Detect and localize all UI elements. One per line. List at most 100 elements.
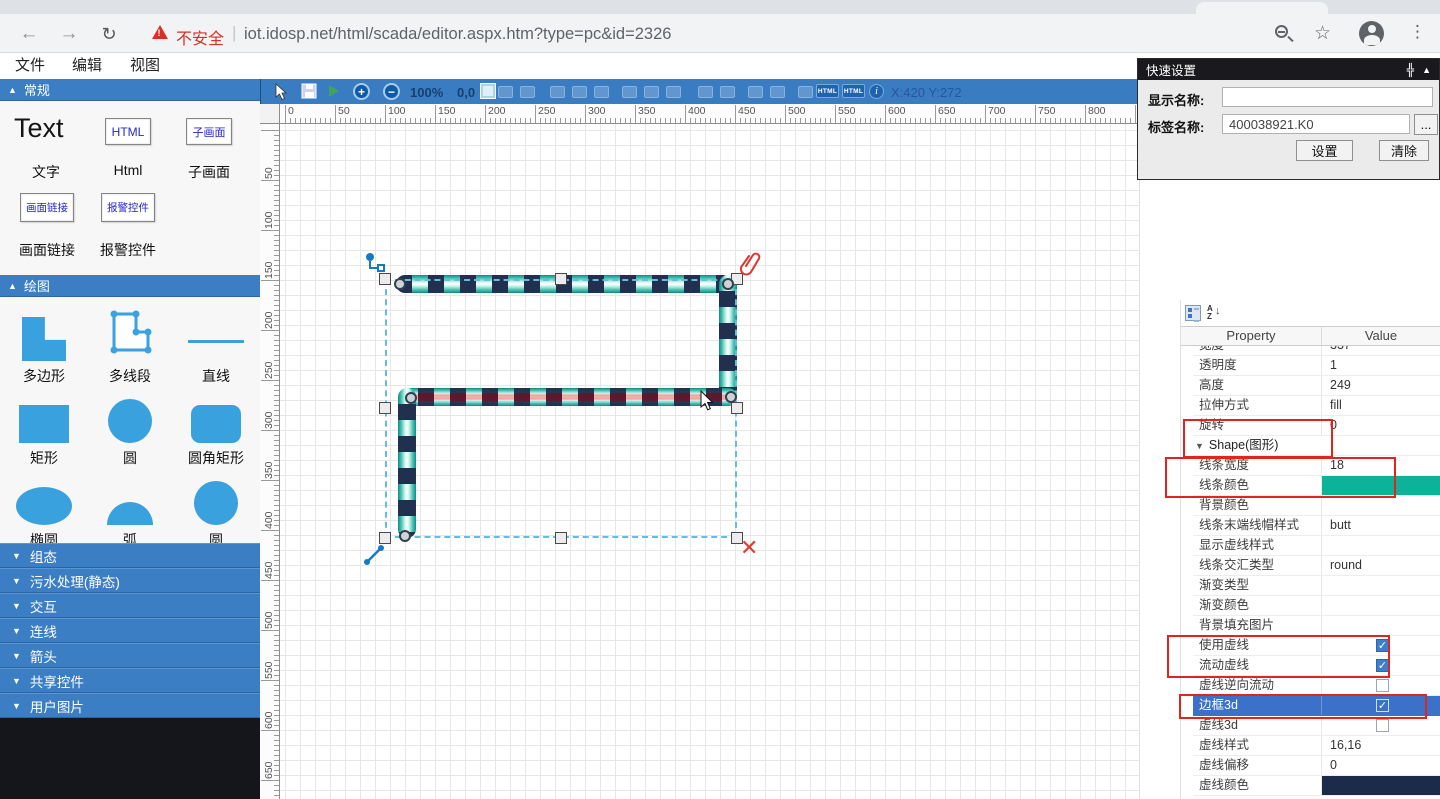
section-header-collapsed[interactable]: ▼交互 <box>0 593 260 618</box>
drawing-tool-arc[interactable]: 弧 <box>87 467 173 549</box>
property-value[interactable]: 18 <box>1321 456 1440 475</box>
security-label[interactable]: 不安全 <box>176 25 224 49</box>
property-row[interactable]: 显示虚线样式 <box>1193 536 1440 556</box>
property-row[interactable]: 背景颜色 <box>1193 496 1440 516</box>
zoom-in-icon[interactable]: + <box>353 83 370 100</box>
html-export-icon[interactable]: HTML <box>816 84 839 98</box>
zoom-out-page-icon[interactable] <box>1275 25 1288 38</box>
property-value[interactable] <box>1321 576 1440 595</box>
quick-settings-header[interactable]: 快速设置 ╬ ▲ <box>1138 59 1439 80</box>
widget-text-preview[interactable]: Text <box>14 113 64 144</box>
collapse-panel-icon[interactable]: ▲ <box>1422 65 1431 75</box>
forward-icon[interactable]: → <box>56 21 82 47</box>
section-header-collapsed[interactable]: ▼共享控件 <box>0 668 260 693</box>
property-row[interactable]: 虚线样式16,16 <box>1193 736 1440 756</box>
property-value[interactable]: 0 <box>1321 756 1440 775</box>
tag-name-input[interactable] <box>1222 114 1410 134</box>
drawing-tool-line[interactable]: 直线 <box>173 303 259 385</box>
property-value[interactable]: 249 <box>1321 376 1440 395</box>
selection-handle-e[interactable] <box>731 402 743 414</box>
property-row[interactable]: 旋转0 <box>1193 416 1440 436</box>
selection-handle-n[interactable] <box>555 273 567 285</box>
reload-icon[interactable]: ↻ <box>96 21 122 47</box>
vertex-node[interactable] <box>725 391 737 403</box>
vertex-node[interactable] <box>399 530 411 542</box>
property-value[interactable] <box>1321 596 1440 615</box>
property-row[interactable]: 使用虚线✓ <box>1193 636 1440 656</box>
property-value[interactable]: fill <box>1321 396 1440 415</box>
property-row[interactable]: ▼Shape(图形) <box>1193 436 1440 456</box>
drawing-tool-ellipse[interactable]: 椭圆 <box>1 467 87 549</box>
property-value[interactable]: 337 <box>1321 346 1440 355</box>
property-value[interactable] <box>1321 476 1440 495</box>
property-value[interactable]: 0 <box>1321 416 1440 435</box>
drawing-tool-polygon[interactable]: 多边形 <box>1 303 87 385</box>
property-row[interactable]: 渐变类型 <box>1193 576 1440 596</box>
section-header-general[interactable]: ▲ 常规 <box>0 79 260 101</box>
property-row[interactable]: 线条末端线帽样式butt <box>1193 516 1440 536</box>
info-icon[interactable]: i <box>869 84 884 99</box>
property-value[interactable] <box>1321 676 1440 695</box>
drawing-tool-polyline[interactable]: 多线段 <box>87 303 173 385</box>
widget-html[interactable]: HTML <box>105 118 151 145</box>
clear-button[interactable]: 清除 <box>1379 140 1429 161</box>
drawing-tool-circle[interactable]: 圆 <box>87 385 173 467</box>
url-text[interactable]: iot.idosp.net/html/scada/editor.aspx.htm… <box>244 25 671 44</box>
zoom-out-icon[interactable]: − <box>383 83 400 100</box>
browser-menu-icon[interactable]: ⋮ <box>1409 22 1426 42</box>
widget-subscreen[interactable]: 子画面 <box>186 118 232 145</box>
attach-paperclip-icon[interactable] <box>740 250 762 281</box>
section-header-collapsed[interactable]: ▼用户图片 <box>0 693 260 718</box>
section-header-collapsed[interactable]: ▼组态 <box>0 543 260 568</box>
property-row[interactable]: 虚线颜色 <box>1193 776 1440 796</box>
security-warning-icon[interactable] <box>152 25 168 39</box>
widget-alarm[interactable]: 报警控件 <box>101 193 155 222</box>
pointer-tool-icon[interactable] <box>273 83 289 106</box>
property-value[interactable] <box>1321 496 1440 515</box>
run-icon[interactable] <box>329 85 339 97</box>
menu-file[interactable]: 文件 <box>15 53 45 79</box>
property-value[interactable] <box>1321 776 1440 795</box>
dock-icon[interactable]: ╬ <box>1407 63 1414 77</box>
property-value[interactable]: round <box>1321 556 1440 575</box>
checkbox-unchecked[interactable] <box>1376 719 1389 732</box>
section-header-collapsed[interactable]: ▼污水处理(静态) <box>0 568 260 593</box>
save-icon[interactable] <box>301 83 317 104</box>
color-swatch[interactable] <box>1322 476 1440 495</box>
property-value[interactable]: 1 <box>1321 356 1440 375</box>
section-header-drawing[interactable]: ▲ 绘图 <box>0 275 260 297</box>
line-tool-icon[interactable] <box>364 542 388 571</box>
vertex-node[interactable] <box>405 392 417 404</box>
bookmark-star-icon[interactable]: ☆ <box>1314 22 1331 45</box>
property-grid-viewport[interactable]: 宽度337透明度1高度249拉伸方式fill旋转0▼Shape(图形)线条宽度1… <box>1181 346 1440 799</box>
menu-view[interactable]: 视图 <box>130 53 160 79</box>
delete-icon[interactable]: ✕ <box>740 538 758 558</box>
property-row[interactable]: 背景填充图片 <box>1193 616 1440 636</box>
property-column-header[interactable]: Property <box>1181 327 1321 345</box>
drawing-tool-rect[interactable]: 矩形 <box>1 385 87 467</box>
property-value[interactable]: butt <box>1321 516 1440 535</box>
section-header-collapsed[interactable]: ▼箭头 <box>0 643 260 668</box>
edit-nodes-icon[interactable] <box>364 252 388 281</box>
avatar[interactable] <box>1359 21 1384 46</box>
set-button[interactable]: 设置 <box>1296 140 1353 161</box>
selection-handle-w[interactable] <box>379 402 391 414</box>
property-row[interactable]: 宽度337 <box>1193 346 1440 356</box>
property-row[interactable]: 边框3d✓ <box>1193 696 1440 716</box>
category-triangle-icon[interactable]: ▼ <box>1195 441 1204 451</box>
property-row[interactable]: 线条宽度18 <box>1193 456 1440 476</box>
property-value[interactable]: ✓ <box>1321 656 1440 675</box>
property-row[interactable]: 拉伸方式fill <box>1193 396 1440 416</box>
tag-browse-button[interactable]: ... <box>1414 114 1438 135</box>
property-value[interactable]: ✓ <box>1321 636 1440 655</box>
drawing-tool-rounded-rect[interactable]: 圆角矩形 <box>173 385 259 467</box>
property-row[interactable]: 虚线偏移0 <box>1193 756 1440 776</box>
sort-az-icon[interactable]: AZ↓ <box>1207 304 1223 322</box>
property-row[interactable]: 流动虚线✓ <box>1193 656 1440 676</box>
canvas-size-icon[interactable] <box>480 83 496 99</box>
html-preview-icon[interactable]: HTML <box>842 84 865 98</box>
selection-handle-s[interactable] <box>555 532 567 544</box>
widget-screen-link[interactable]: 画面链接 <box>20 193 74 222</box>
property-value[interactable] <box>1321 716 1440 735</box>
property-row[interactable]: 虚线逆向流动 <box>1193 676 1440 696</box>
